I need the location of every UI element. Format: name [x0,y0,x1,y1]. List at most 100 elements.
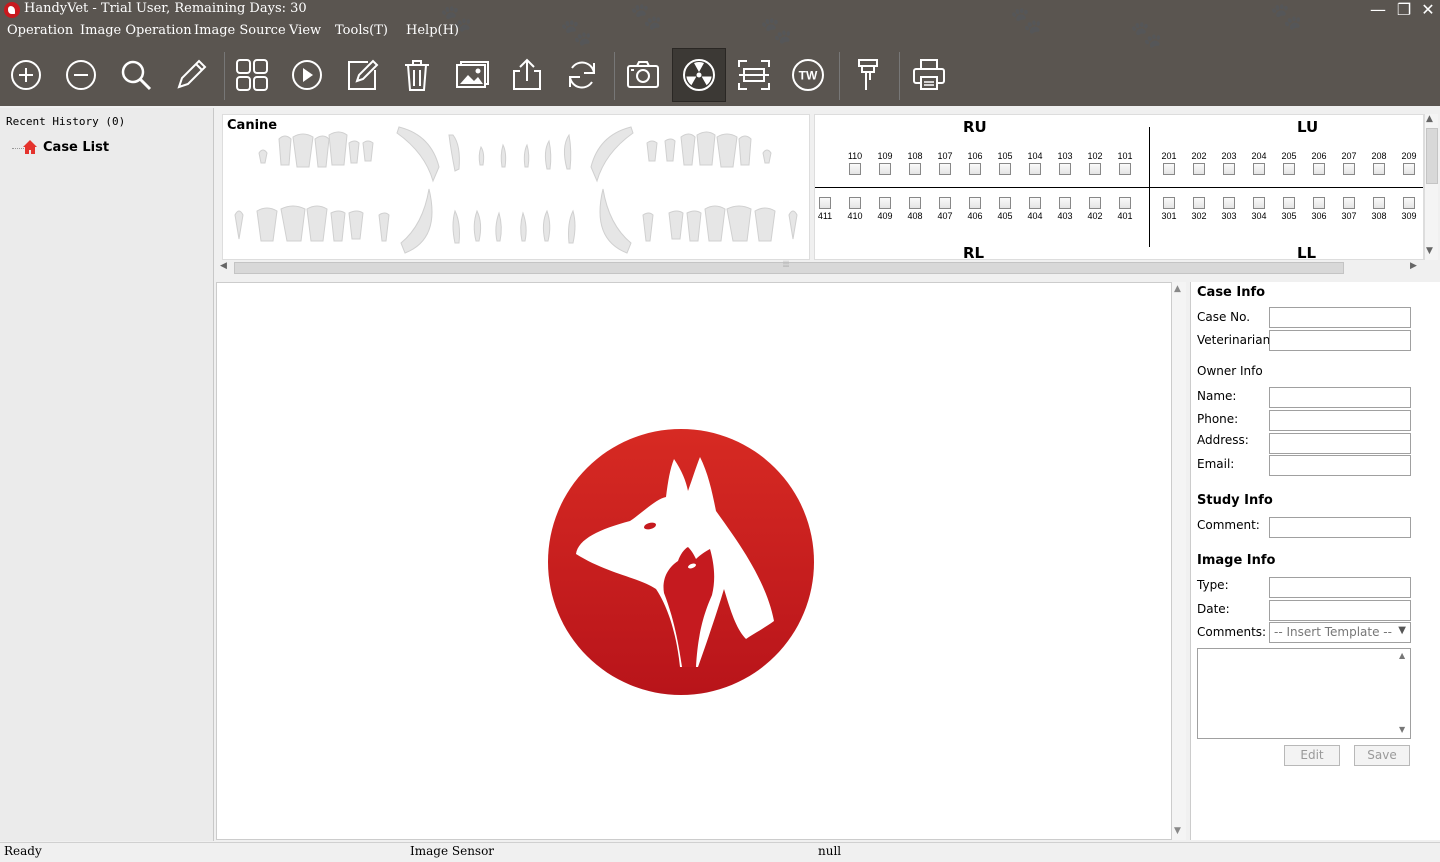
scanner-button[interactable] [728,48,780,102]
tooth-checkbox[interactable] [1343,197,1355,209]
tooth-303[interactable]: 303 [1216,197,1242,221]
menu-help[interactable]: Help(H) [406,23,459,38]
menu-view[interactable]: View [289,23,321,38]
close-button[interactable]: ✕ [1416,0,1440,20]
tooth-204[interactable]: 204 [1246,151,1272,175]
grid-layout-button[interactable] [226,48,278,102]
tooth-checkbox[interactable] [1253,197,1265,209]
tooth-checkbox[interactable] [909,197,921,209]
tooth-208[interactable]: 208 [1366,151,1392,175]
tooth-checkbox[interactable] [1223,163,1235,175]
tooth-checkbox[interactable] [909,163,921,175]
save-button[interactable]: Save [1354,745,1410,766]
scroll-thumb[interactable]: ⦙⦙⦙ [234,260,1344,274]
case-list-item[interactable]: Case List [22,139,109,155]
menu-operation[interactable]: Operation [7,23,73,38]
play-button[interactable] [281,48,333,102]
tooth-102[interactable]: 102 [1082,151,1108,175]
tooth-checkbox[interactable] [849,197,861,209]
tooth-103[interactable]: 103 [1052,151,1078,175]
tooth-checkbox[interactable] [879,197,891,209]
tooth-checkbox[interactable] [1373,163,1385,175]
scroll-left-arrow-icon[interactable]: ◀ [220,261,227,271]
tooth-checkbox[interactable] [1373,197,1385,209]
scroll-down-arrow-icon[interactable]: ▼ [1399,725,1405,734]
scroll-thumb[interactable] [1426,128,1438,184]
menu-image-operation[interactable]: Image Operation [80,23,192,38]
tooth-checkbox[interactable] [1029,197,1041,209]
tooth-105[interactable]: 105 [992,151,1018,175]
tooth-panel-scrollbar[interactable]: ▲ ▼ [1424,114,1438,260]
viewer-vertical-scrollbar[interactable]: ▲ ▼ [1172,282,1186,840]
tooth-207[interactable]: 207 [1336,151,1362,175]
tooth-checkbox[interactable] [1403,163,1415,175]
tooth-checkbox[interactable] [1119,197,1131,209]
tooth-checkbox[interactable] [1223,197,1235,209]
tooth-201[interactable]: 201 [1156,151,1182,175]
recent-history-label[interactable]: Recent History (0) [6,115,125,128]
tooth-checkbox[interactable] [1163,163,1175,175]
scroll-up-arrow-icon[interactable]: ▲ [1426,114,1433,124]
tooth-checkbox[interactable] [1163,197,1175,209]
zoom-in-button[interactable] [0,48,52,102]
tooth-403[interactable]: 403 [1052,197,1078,221]
tooth-410[interactable]: 410 [842,197,868,221]
tooth-309[interactable]: 309 [1396,197,1422,221]
radiation-button[interactable] [672,48,726,102]
tooth-209[interactable]: 209 [1396,151,1422,175]
tooth-checkbox[interactable] [939,163,951,175]
scroll-up-arrow-icon[interactable]: ▲ [1399,651,1405,660]
tooth-307[interactable]: 307 [1336,197,1362,221]
tooth-411[interactable]: 411 [815,197,838,221]
tw-button[interactable]: TW [782,48,834,102]
edit-button[interactable]: Edit [1284,745,1340,766]
tooth-402[interactable]: 402 [1082,197,1108,221]
tooth-401[interactable]: 401 [1112,197,1138,221]
tooth-checkbox[interactable] [969,197,981,209]
tooth-checkbox[interactable] [1193,197,1205,209]
tooth-checkbox[interactable] [1313,197,1325,209]
address-field[interactable] [1269,433,1411,454]
tooth-checkbox[interactable] [939,197,951,209]
tooth-checkbox[interactable] [1283,163,1295,175]
tooth-checkbox[interactable] [1403,197,1415,209]
camera-button[interactable] [617,48,669,102]
tooth-104[interactable]: 104 [1022,151,1048,175]
tooth-409[interactable]: 409 [872,197,898,221]
scroll-down-arrow-icon[interactable]: ▼ [1426,246,1433,256]
tooth-205[interactable]: 205 [1276,151,1302,175]
phone-field[interactable] [1269,410,1411,431]
email-field[interactable] [1269,455,1411,476]
sensor-button[interactable] [842,48,894,102]
tooth-301[interactable]: 301 [1156,197,1182,221]
tooth-checkbox[interactable] [1343,163,1355,175]
comment-field[interactable] [1269,517,1411,538]
scroll-up-arrow-icon[interactable]: ▲ [1174,284,1181,294]
tooth-checkbox[interactable] [999,197,1011,209]
tooth-checkbox[interactable] [969,163,981,175]
tooth-308[interactable]: 308 [1366,197,1392,221]
export-button[interactable] [501,48,553,102]
maximize-button[interactable]: ❐ [1392,0,1416,20]
tooth-checkbox[interactable] [1193,163,1205,175]
tooth-110[interactable]: 110 [842,151,868,175]
refresh-button[interactable] [556,48,608,102]
tooth-108[interactable]: 108 [902,151,928,175]
name-field[interactable] [1269,387,1411,408]
comments-textarea[interactable]: ▲ ▼ [1197,648,1411,739]
pencil-button[interactable] [165,48,217,102]
tooth-306[interactable]: 306 [1306,197,1332,221]
delete-button[interactable] [391,48,443,102]
insert-template-select[interactable]: -- Insert Template -- ▼ [1269,622,1411,643]
tooth-109[interactable]: 109 [872,151,898,175]
chart-horizontal-scrollbar[interactable]: ◀ ⦙⦙⦙ ▶ [216,260,1424,276]
print-button[interactable] [903,48,955,102]
tooth-302[interactable]: 302 [1186,197,1212,221]
tooth-202[interactable]: 202 [1186,151,1212,175]
tooth-304[interactable]: 304 [1246,197,1272,221]
edit-button[interactable] [336,48,388,102]
scroll-right-arrow-icon[interactable]: ▶ [1410,261,1417,271]
zoom-out-button[interactable] [55,48,107,102]
tooth-405[interactable]: 405 [992,197,1018,221]
tooth-checkbox[interactable] [849,163,861,175]
